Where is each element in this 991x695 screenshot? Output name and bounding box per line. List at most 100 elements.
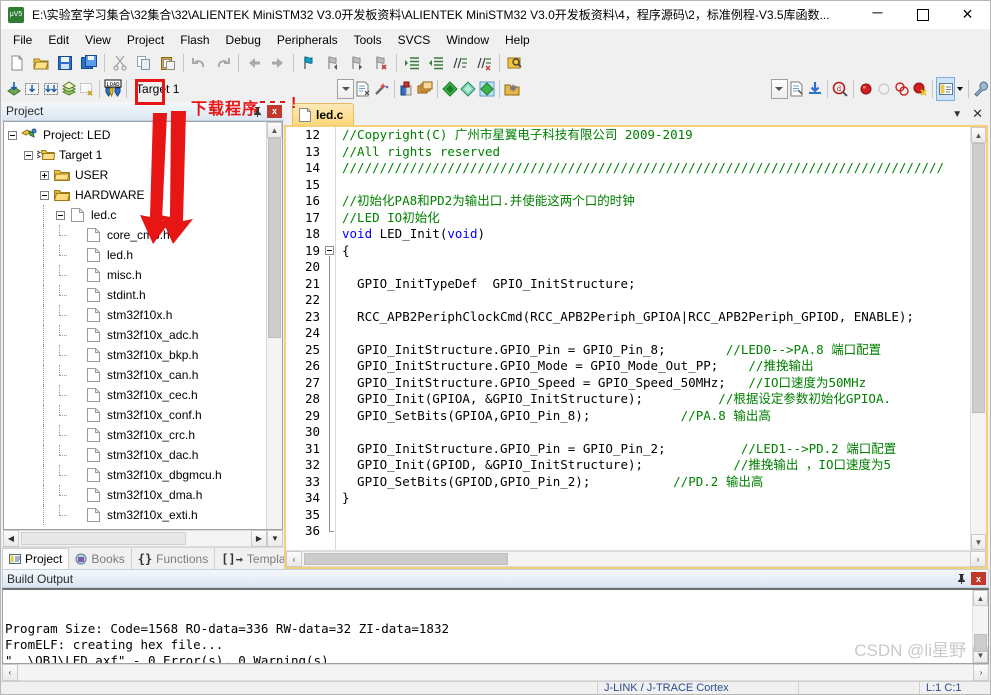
open-file-icon[interactable] xyxy=(29,51,53,75)
breakpoint-icon[interactable] xyxy=(857,77,875,101)
scroll-thumb[interactable] xyxy=(974,634,987,652)
scroll-thumb[interactable] xyxy=(268,138,281,338)
target-options-icon[interactable] xyxy=(354,77,372,101)
tree-item-stm32f10x-conf-h[interactable]: stm32f10x_conf.h xyxy=(4,405,266,425)
rebuild-icon[interactable] xyxy=(41,77,59,101)
tree-item-core-cm3-h[interactable]: core_cm3.h xyxy=(4,225,266,245)
code-line[interactable]: //LED IO初始化 xyxy=(342,210,970,227)
hscroll-track[interactable] xyxy=(302,551,970,567)
code-line[interactable]: GPIO_InitStructure.GPIO_Pin = GPIO_Pin_8… xyxy=(342,342,970,359)
code-line[interactable]: GPIO_SetBits(GPIOA,GPIO_Pin_8); //PA.8 输… xyxy=(342,408,970,425)
tree-item-stm32f10x-adc-h[interactable]: stm32f10x_adc.h xyxy=(4,325,266,345)
tree-item-stdint-h[interactable]: stdint.h xyxy=(4,285,266,305)
scroll-right-button[interactable]: › xyxy=(973,664,989,681)
disable-all-breakpoints-icon[interactable] xyxy=(893,77,911,101)
stop-build-icon[interactable] xyxy=(78,77,96,101)
editor-vertical-scrollbar[interactable]: ▲ ▼ xyxy=(970,127,986,550)
tree-item-stm32f10x-exti-h[interactable]: stm32f10x_exti.h xyxy=(4,505,266,525)
code-scroll-region[interactable]: 12 13 14 15 16 17 18 19 20 21 22 23 24 25 26 27 28 29 30 31… xyxy=(286,127,970,550)
project-window-toggle-icon[interactable] xyxy=(936,77,956,101)
scroll-left-button[interactable]: ◀ xyxy=(3,530,19,547)
scroll-down-button[interactable]: ▼ xyxy=(971,534,986,550)
tree-expander[interactable] xyxy=(52,205,68,225)
editor-tab-led-c[interactable]: led.c xyxy=(292,103,355,125)
configure-icon[interactable] xyxy=(477,77,495,101)
undo-icon[interactable] xyxy=(187,51,211,75)
tree-item-user[interactable]: USER xyxy=(4,165,266,185)
project-window-dropdown-icon[interactable] xyxy=(955,77,965,101)
code-line[interactable]: GPIO_Init(GPIOA, &GPIO_InitStructure); /… xyxy=(342,391,970,408)
maximize-button[interactable] xyxy=(900,1,945,29)
magic-wand-icon[interactable] xyxy=(372,77,390,101)
bookmark-next-icon[interactable] xyxy=(345,51,369,75)
tab-functions[interactable]: {} Functions xyxy=(132,548,216,569)
scroll-right-button[interactable]: ▶ xyxy=(251,530,267,547)
menu-window[interactable]: Window xyxy=(438,30,497,50)
tree-item-stm32f10x-h[interactable]: stm32f10x.h xyxy=(4,305,266,325)
code-line[interactable]: //初始化PA8和PD2为输出口.并使能这两个口的时钟 xyxy=(342,193,970,210)
bookmark-clear-icon[interactable] xyxy=(369,51,393,75)
project-tree-horizontal-scrollbar[interactable]: ◀ ▶ ▼ xyxy=(3,530,283,547)
menu-help[interactable]: Help xyxy=(497,30,538,50)
debug-combo-dropdown[interactable] xyxy=(770,79,788,99)
cut-icon[interactable] xyxy=(108,51,132,75)
start-debug-icon[interactable]: d xyxy=(831,77,849,101)
hscroll-thumb[interactable] xyxy=(21,532,186,545)
menu-view[interactable]: View xyxy=(77,30,119,50)
save-all-icon[interactable] xyxy=(77,51,101,75)
outdent-icon[interactable] xyxy=(424,51,448,75)
menu-debug[interactable]: Debug xyxy=(218,30,269,50)
code-line[interactable] xyxy=(342,507,970,524)
batch-build-icon[interactable] xyxy=(60,77,78,101)
minimize-button[interactable] xyxy=(855,1,900,29)
code-line[interactable]: GPIO_InitStructure.GPIO_Speed = GPIO_Spe… xyxy=(342,375,970,392)
code-line[interactable]: GPIO_SetBits(GPIOD,GPIO_Pin_2); //PD.2 输… xyxy=(342,474,970,491)
close-button[interactable] xyxy=(945,1,990,29)
code-line[interactable]: void LED_Init(void) xyxy=(342,226,970,243)
pin-icon[interactable] xyxy=(249,104,265,119)
tree-expander[interactable] xyxy=(36,165,52,185)
tab-project[interactable]: Project xyxy=(2,548,70,569)
copy-icon[interactable] xyxy=(132,51,156,75)
paste-icon[interactable] xyxy=(156,51,180,75)
debug-start-icon[interactable] xyxy=(441,77,459,101)
tree-item-stm32f10x-dac-h[interactable]: stm32f10x_dac.h xyxy=(4,445,266,465)
multi-project-icon[interactable] xyxy=(416,77,434,101)
step-into-icon[interactable] xyxy=(806,77,824,101)
configuration-wizard-icon[interactable] xyxy=(972,77,990,101)
hscroll-thumb[interactable] xyxy=(304,553,508,565)
target-combo-dropdown[interactable] xyxy=(337,79,355,99)
code-line[interactable]: RCC_APB2PeriphClockCmd(RCC_APB2Periph_GP… xyxy=(342,309,970,326)
kill-all-breakpoints-icon[interactable] xyxy=(911,77,929,101)
pin-icon[interactable] xyxy=(953,571,969,586)
code-line[interactable] xyxy=(342,325,970,342)
view-source-icon[interactable] xyxy=(788,77,806,101)
code-line[interactable] xyxy=(342,177,970,194)
navigate-back-icon[interactable] xyxy=(242,51,266,75)
insert-bookmark-icon[interactable] xyxy=(459,77,477,101)
build-output-text[interactable]: Program Size: Code=1568 RO-data=336 RW-d… xyxy=(3,590,972,663)
menu-svcs[interactable]: SVCS xyxy=(390,30,439,50)
code-line[interactable] xyxy=(342,523,970,540)
code-line[interactable] xyxy=(342,292,970,309)
scroll-right-button[interactable]: › xyxy=(970,551,986,567)
tree-item-hardware[interactable]: HARDWARE xyxy=(4,185,266,205)
code-line[interactable]: //Copyright(C) 广州市星翼电子科技有限公司 2009-2019 xyxy=(342,127,970,144)
fold-collapse-icon[interactable] xyxy=(325,245,334,255)
uncomment-icon[interactable] xyxy=(472,51,496,75)
scroll-up-button[interactable]: ▲ xyxy=(973,590,988,606)
tab-books[interactable]: Books xyxy=(69,548,132,569)
disable-breakpoint-icon[interactable] xyxy=(875,77,893,101)
hscroll-track[interactable] xyxy=(18,664,973,681)
hscroll-track[interactable] xyxy=(19,530,251,547)
scroll-up-button[interactable]: ▲ xyxy=(267,122,282,138)
tree-item-stm32f10x-crc-h[interactable]: stm32f10x_crc.h xyxy=(4,425,266,445)
code-line[interactable]: //All rights reserved xyxy=(342,144,970,161)
code-folding-column[interactable] xyxy=(324,127,336,550)
code-line[interactable] xyxy=(342,424,970,441)
menu-flash[interactable]: Flash xyxy=(172,30,217,50)
menu-tools[interactable]: Tools xyxy=(346,30,390,50)
tree-expander[interactable] xyxy=(4,125,20,145)
project-tree[interactable]: Project: LED Target 1 USER HARDWARE led.c cor… xyxy=(4,122,266,529)
tree-item-led-h[interactable]: led.h xyxy=(4,245,266,265)
